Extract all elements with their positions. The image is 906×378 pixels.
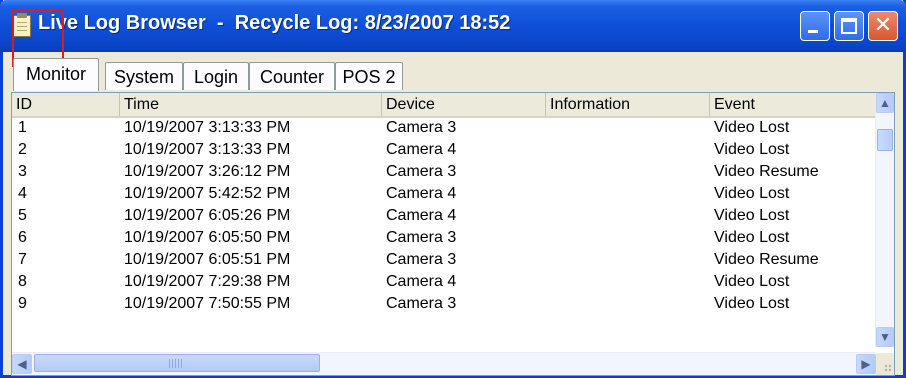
horizontal-scroll-thumb[interactable] [34, 354, 320, 372]
cell-device: Camera 3 [386, 229, 457, 246]
cell-id: 7 [18, 251, 27, 268]
cell-event: Video Resume [714, 163, 819, 180]
cell-id: 2 [18, 141, 27, 158]
tab-system[interactable]: System [105, 62, 183, 90]
maximize-button[interactable] [834, 11, 864, 41]
list-header: ID Time Device Information Event [12, 93, 890, 118]
cell-id: 5 [18, 207, 27, 224]
tab-counter[interactable]: Counter [249, 62, 335, 90]
chevron-right-icon: ▶ [861, 357, 871, 371]
cell-event: Video Lost [714, 207, 790, 224]
cell-time: 10/19/2007 5:42:52 PM [124, 185, 291, 202]
table-row[interactable]: 5 10/19/2007 6:05:26 PM Camera 4 Video Lost [12, 205, 890, 227]
resize-grip[interactable] [876, 353, 894, 375]
cell-device: Camera 4 [386, 185, 457, 202]
scroll-down-button[interactable]: ▼ [876, 327, 894, 347]
cell-event: Video Lost [714, 295, 790, 312]
table-row[interactable]: 7 10/19/2007 6:05:51 PM Camera 3 Video Resu… [12, 249, 890, 271]
column-header-time[interactable]: Time [120, 93, 382, 116]
table-row[interactable]: 9 10/19/2007 7:50:55 PM Camera 3 Video Lost [12, 293, 890, 315]
cell-id: 3 [18, 163, 27, 180]
cell-device: Camera 4 [386, 207, 457, 224]
cell-id: 1 [18, 119, 27, 136]
vertical-scrollbar[interactable]: ▲ ▼ [875, 93, 894, 347]
cell-device: Camera 3 [386, 295, 457, 312]
maximize-icon [841, 18, 857, 34]
cell-device: Camera 3 [386, 119, 457, 136]
column-header-event[interactable]: Event [710, 93, 890, 116]
cell-event: Video Lost [714, 229, 790, 246]
tab-login[interactable]: Login [183, 62, 249, 90]
vertical-scroll-thumb[interactable] [877, 129, 893, 151]
scroll-right-button[interactable]: ▶ [856, 354, 876, 374]
cell-id: 6 [18, 229, 27, 246]
cell-event: Video Lost [714, 273, 790, 290]
table-row[interactable]: 3 10/19/2007 3:26:12 PM Camera 3 Video Resu… [12, 161, 890, 183]
cell-device: Camera 3 [386, 251, 457, 268]
scroll-left-button[interactable]: ◀ [12, 354, 32, 374]
title-bar[interactable]: Live Log Browser - Recycle Log: 8/23/200… [0, 0, 906, 52]
horizontal-scrollbar[interactable]: ◀ ▶ [12, 352, 876, 375]
log-browser-window: Live Log Browser - Recycle Log: 8/23/200… [0, 0, 906, 378]
cell-time: 10/19/2007 6:05:26 PM [124, 207, 291, 224]
scroll-up-button[interactable]: ▲ [876, 93, 894, 113]
cell-event: Video Lost [714, 119, 790, 136]
cell-time: 10/19/2007 7:29:38 PM [124, 273, 291, 290]
cell-time: 10/19/2007 6:05:51 PM [124, 251, 291, 268]
cell-event: Video Lost [714, 185, 790, 202]
table-row[interactable]: 6 10/19/2007 6:05:50 PM Camera 3 Video Lost [12, 227, 890, 249]
cell-device: Camera 3 [386, 163, 457, 180]
column-header-id[interactable]: ID [12, 93, 120, 116]
table-row[interactable]: 2 10/19/2007 3:13:33 PM Camera 4 Video Lost [12, 139, 890, 161]
cell-time: 10/19/2007 3:13:33 PM [124, 141, 291, 158]
window-title: Live Log Browser - Recycle Log: 8/23/200… [38, 12, 511, 34]
close-icon: ✕ [873, 13, 893, 38]
cell-time: 10/19/2007 3:26:12 PM [124, 163, 291, 180]
column-header-information[interactable]: Information [546, 93, 710, 116]
tab-pos-2[interactable]: POS 2 [335, 62, 403, 90]
chevron-up-icon: ▲ [879, 96, 891, 110]
cell-device: Camera 4 [386, 141, 457, 158]
cell-id: 8 [18, 273, 27, 290]
minimize-icon [808, 30, 818, 33]
minimize-button[interactable] [800, 11, 830, 41]
table-row[interactable]: 4 10/19/2007 5:42:52 PM Camera 4 Video Lost [12, 183, 890, 205]
cell-id: 4 [18, 185, 27, 202]
table-row[interactable]: 8 10/19/2007 7:29:38 PM Camera 4 Video Lost [12, 271, 890, 293]
tab-monitor[interactable]: Monitor [13, 58, 99, 91]
cell-time: 10/19/2007 7:50:55 PM [124, 295, 291, 312]
column-header-device[interactable]: Device [382, 93, 546, 116]
table-row[interactable]: 1 10/19/2007 3:13:33 PM Camera 3 Video Lost [12, 117, 890, 139]
log-list[interactable]: ID Time Device Information Event 1 10/19/… [11, 92, 895, 376]
cell-time: 10/19/2007 3:13:33 PM [124, 119, 291, 136]
grip-icon [169, 359, 183, 368]
cell-time: 10/19/2007 6:05:50 PM [124, 229, 291, 246]
chevron-left-icon: ◀ [17, 357, 27, 371]
cell-device: Camera 4 [386, 273, 457, 290]
cell-id: 9 [18, 295, 27, 312]
chevron-down-icon: ▼ [879, 330, 891, 344]
cell-event: Video Lost [714, 141, 790, 158]
cell-event: Video Resume [714, 251, 819, 268]
close-button[interactable]: ✕ [868, 11, 898, 41]
